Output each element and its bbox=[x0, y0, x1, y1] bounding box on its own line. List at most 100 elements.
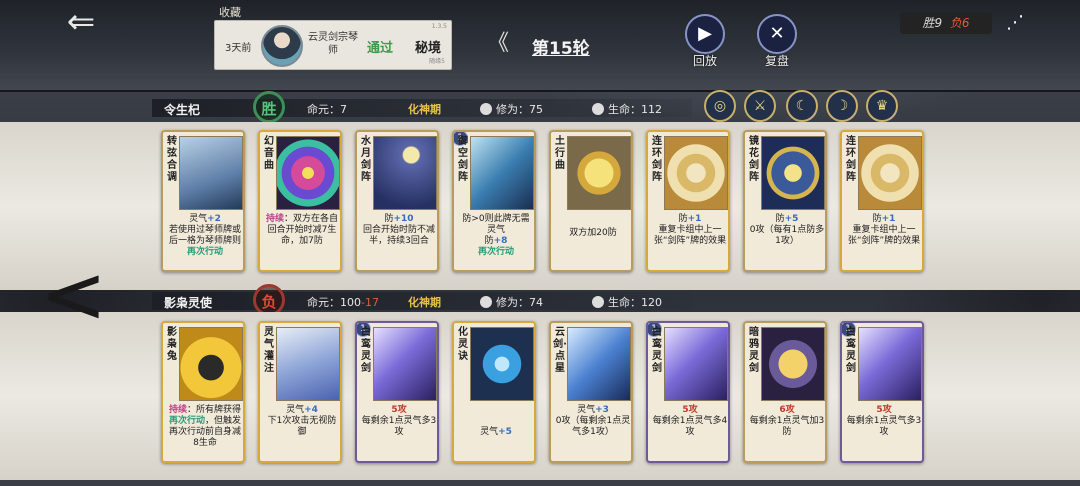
card-art bbox=[470, 327, 534, 401]
card-row2-1[interactable]: 灵气灌注 灵气+4 下1次攻击无视防御 bbox=[258, 321, 342, 463]
card-title: 白鸾灵剑 bbox=[361, 327, 371, 374]
card-title: 水月剑阵 bbox=[361, 136, 371, 183]
card-art bbox=[567, 136, 631, 210]
player1-cultivation: 修为：75 bbox=[480, 101, 543, 117]
card-title: 影枭兔 bbox=[167, 327, 177, 362]
card-desc: 5攻 每剩余1点灵气多3攻 bbox=[846, 405, 922, 437]
card-art bbox=[179, 136, 243, 210]
crescent-icon[interactable]: ☽ bbox=[826, 90, 858, 122]
card-row2-3[interactable]: 化灵诀 灵气+5 bbox=[452, 321, 536, 463]
card-desc: 防+1 重复卡组中上一张“剑阵”牌的效果 bbox=[653, 214, 727, 246]
card-desc: 双方加20防 bbox=[569, 228, 617, 238]
record-result: 通过 bbox=[367, 41, 394, 56]
card-art bbox=[373, 136, 437, 210]
card-desc: 持续：所有牌获得再次行动，但触发再次行动前自身减8生命 bbox=[168, 405, 242, 448]
card-desc: 防>0则此牌无需灵气 防+8 再次行动 bbox=[462, 214, 530, 257]
player2-bar: 影枭灵使 负 命元：100-17 化神期 修为：74 生命：120 bbox=[152, 284, 772, 316]
card-row2-2[interactable]: 1 白鸾灵剑 5攻 每剩余1点灵气多3攻 bbox=[355, 321, 439, 463]
card-desc: 防+5 0攻（每有1点防多1攻） bbox=[749, 214, 825, 246]
card-row2-7[interactable]: 1 白鸾灵剑 5攻 每剩余1点灵气多3攻 bbox=[840, 321, 924, 463]
card-row2-5[interactable]: 1 白鸾灵剑 5攻 每剩余1点灵气多4攻 bbox=[646, 321, 730, 463]
replay-button[interactable]: ▶ 回放 bbox=[680, 14, 730, 68]
card-title: 连环剑阵 bbox=[846, 136, 856, 183]
card-row1-3[interactable]: 1 御空剑阵 防>0则此牌无需灵气 防+8 再次行动 bbox=[452, 130, 536, 272]
card-row1-6[interactable]: 镜花剑阵 防+5 0攻（每有1点防多1攻） bbox=[743, 130, 827, 272]
card-title: 转弦合调 bbox=[167, 136, 177, 183]
card-title: 连环剑阵 bbox=[652, 136, 662, 183]
player2-hp: 生命：120 bbox=[592, 294, 662, 310]
card-row1-7[interactable]: 连环剑阵 防+1 重复卡组中上一张“剑阵”牌的效果 bbox=[840, 130, 924, 272]
card-title: 灵气灌注 bbox=[264, 327, 274, 374]
share-icon[interactable]: ⋰ bbox=[1000, 12, 1030, 42]
player2-realm: 化神期 bbox=[408, 296, 441, 309]
card-art bbox=[664, 136, 728, 210]
card-art bbox=[858, 136, 922, 210]
battle-record-card[interactable]: 3天前 云灵剑宗琴师 通过 秘境 1.3.5 随缘5 bbox=[214, 20, 452, 70]
player1-name: 令生杞 bbox=[164, 103, 201, 117]
player1-result-badge: 胜 bbox=[253, 91, 285, 123]
player1-life: 命元：7 bbox=[307, 103, 347, 116]
card-title: 幻音曲 bbox=[264, 136, 274, 171]
mask-icon[interactable]: ♛ bbox=[866, 90, 898, 122]
play-icon: ▶ bbox=[685, 14, 725, 54]
card-row1-4[interactable]: 土行曲 双方加20防 bbox=[549, 130, 633, 272]
card-art bbox=[761, 136, 825, 210]
player2-life: 命元：100-17 bbox=[307, 296, 379, 309]
review-label: 复盘 bbox=[764, 54, 789, 68]
boss-icon-row: ◎ ⚔ ☾ ☽ ♛ bbox=[704, 90, 904, 124]
card-art bbox=[373, 327, 437, 401]
left-chevron-icon[interactable]: < bbox=[40, 255, 107, 335]
win-count: 胜9 bbox=[922, 16, 943, 30]
avatar bbox=[261, 25, 303, 67]
card-art bbox=[470, 136, 534, 210]
card-desc: 5攻 每剩余1点灵气多4攻 bbox=[652, 405, 728, 437]
record-sub: 随缘5 bbox=[429, 58, 445, 65]
player1-realm: 化神期 bbox=[408, 103, 441, 116]
card-row1-1[interactable]: 幻音曲 持续：双方在各自回合开始时减7生命，加7防 bbox=[258, 130, 342, 272]
card-art bbox=[276, 327, 340, 401]
card-row2-6[interactable]: 暗鸦灵剑 6攻 每剩余1点灵气加3防 bbox=[743, 321, 827, 463]
heart-icon bbox=[592, 296, 604, 308]
card-row2-0[interactable]: 影枭兔 持续：所有牌获得再次行动，但触发再次行动前自身减8生命 bbox=[161, 321, 245, 463]
card-desc: 灵气+3 0攻（每剩余1点灵气多1攻） bbox=[555, 405, 631, 437]
card-desc: 6攻 每剩余1点灵气加3防 bbox=[749, 405, 825, 437]
record-opponent: 云灵剑宗琴师 bbox=[308, 32, 358, 56]
card-title: 土行曲 bbox=[555, 136, 565, 171]
previous-round-icon[interactable]: 《 bbox=[487, 33, 509, 55]
card-title: 云剑·点星 bbox=[553, 327, 567, 374]
record-version: 1.3.5 bbox=[431, 23, 447, 30]
swirl-icon[interactable]: ◎ bbox=[704, 90, 736, 122]
moon-icon[interactable]: ☾ bbox=[786, 90, 818, 122]
card-row2-4[interactable]: 云剑·点星 灵气+3 0攻（每剩余1点灵气多1攻） bbox=[549, 321, 633, 463]
card-desc: 防+10 回合开始时防不减半，持续3回合 bbox=[362, 214, 435, 246]
player1-bar: 令生杞 胜 命元：7 化神期 修为：75 生命：112 bbox=[152, 91, 772, 123]
score-display: 胜9 负6 bbox=[900, 12, 992, 34]
card-desc: 5攻 每剩余1点灵气多3攻 bbox=[361, 405, 437, 437]
round-label[interactable]: 第15轮 bbox=[532, 34, 590, 59]
loss-count: 负6 bbox=[949, 16, 970, 30]
card-art bbox=[567, 327, 631, 401]
card-row1-0[interactable]: 转弦合调 灵气+2 若使用过琴师牌或后一格为琴师牌则再次行动 bbox=[161, 130, 245, 272]
card-title: 御空剑阵 bbox=[458, 136, 468, 183]
card-title: 暗鸦灵剑 bbox=[749, 327, 759, 374]
blade-icon[interactable]: ⚔ bbox=[744, 90, 776, 122]
back-arrow-icon[interactable]: ⇐ bbox=[58, 5, 104, 39]
card-desc: 持续：双方在各自回合开始时减7生命，加7防 bbox=[265, 214, 339, 246]
card-title: 化灵诀 bbox=[458, 327, 468, 362]
heart-icon bbox=[592, 103, 604, 115]
review-button[interactable]: ✕ 复盘 bbox=[752, 14, 802, 68]
player2-name: 影枭灵使 bbox=[164, 296, 213, 310]
card-art bbox=[664, 327, 728, 401]
card-row1-5[interactable]: 连环剑阵 防+1 重复卡组中上一张“剑阵”牌的效果 bbox=[646, 130, 730, 272]
card-desc: 防+1 重复卡组中上一张“剑阵”牌的效果 bbox=[847, 214, 921, 246]
card-desc: 灵气+4 下1次攻击无视防御 bbox=[267, 405, 337, 437]
card-art bbox=[179, 327, 243, 401]
card-art bbox=[761, 327, 825, 401]
card-art bbox=[858, 327, 922, 401]
card-art bbox=[276, 136, 340, 210]
card-desc: 灵气+2 若使用过琴师牌或后一格为琴师牌则再次行动 bbox=[168, 214, 241, 257]
record-mode: 秘境 bbox=[415, 41, 442, 56]
record-time: 3天前 bbox=[225, 43, 252, 54]
card-row1-2[interactable]: 水月剑阵 防+10 回合开始时防不减半，持续3回合 bbox=[355, 130, 439, 272]
replay-label: 回放 bbox=[692, 54, 717, 68]
